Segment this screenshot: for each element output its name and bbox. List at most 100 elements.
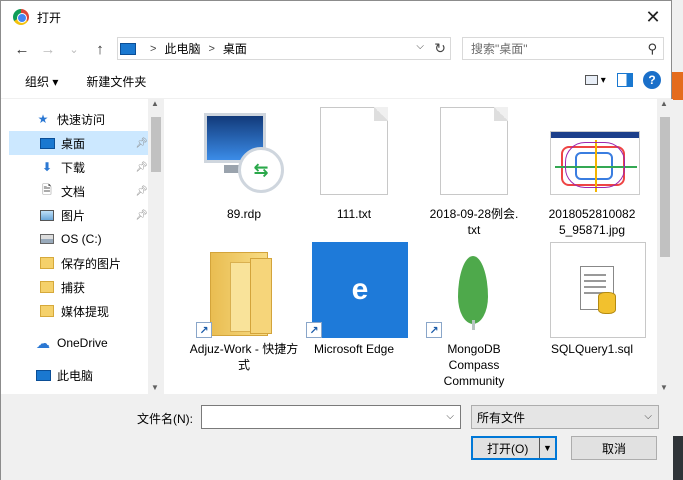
chevron-down-icon[interactable]: ⌵	[416, 41, 424, 52]
change-view-icon[interactable]: ▾	[585, 71, 607, 89]
file-list: ⇆ 89.rdp 111.txt 2018-09-28例会.txt 201805…	[167, 99, 657, 394]
sidebar-item-label: OS (C:)	[61, 232, 102, 246]
filetype-select[interactable]: 所有文件 ⌵	[471, 405, 659, 429]
sidebar-item-desktop[interactable]: 桌面 📌︎	[9, 131, 164, 155]
pin-icon: 📌︎	[135, 137, 148, 149]
search-placeholder: 搜索"桌面"	[471, 42, 528, 56]
shortcut-arrow-icon: ↗	[426, 322, 442, 338]
scroll-thumb[interactable]	[660, 117, 670, 257]
sidebar-item-label: 图片	[61, 208, 86, 223]
folder-shortcut-icon: ↗	[196, 242, 292, 338]
sql-file-icon	[544, 242, 646, 338]
file-item[interactable]: e ↗ Microsoft Edge	[299, 242, 409, 357]
file-item[interactable]: 20180528100825_95871.jpg	[537, 107, 647, 238]
search-input[interactable]: 搜索"桌面" ⚲	[462, 37, 664, 60]
remote-desktop-icon: ⇆	[196, 107, 292, 203]
close-button[interactable]: ✕	[641, 5, 665, 29]
organize-menu[interactable]: 组织 ▾	[25, 73, 58, 90]
sidebar-item-os-drive[interactable]: OS (C:)	[9, 227, 164, 251]
command-toolbar: 组织 ▾ 新建文件夹 ▾ ?	[1, 65, 671, 99]
filetype-value: 所有文件	[477, 410, 526, 425]
navigation-pane: ★ 快速访问 桌面 📌︎ ⬇ 下载 📌︎ 🗎 文档 📌︎ 图片 📌︎ OS (C…	[9, 99, 164, 394]
text-file-icon	[426, 107, 522, 203]
download-icon: ⬇	[41, 160, 53, 174]
file-name: Adjuz-Work - 快捷方式	[189, 342, 299, 372]
file-name: Microsoft Edge	[313, 342, 395, 356]
open-file-dialog: 打开 ✕ ← → ⌄ ↑ > 此电脑 > 桌面 ⌵ ↻ 搜索"桌面" ⚲ 组织 …	[0, 0, 673, 480]
scroll-down-icon[interactable]: ▼	[151, 383, 159, 392]
refresh-icon[interactable]: ↻	[434, 40, 446, 57]
pin-icon: 📌︎	[135, 209, 148, 221]
help-icon[interactable]: ?	[643, 71, 661, 89]
chevron-down-icon[interactable]: ⌵	[446, 411, 454, 422]
star-icon: ★	[37, 112, 49, 126]
recent-locations-button[interactable]: ⌄	[63, 38, 85, 60]
address-bar[interactable]: > 此电脑 > 桌面 ⌵ ↻	[117, 37, 451, 60]
sidebar-item-saved-pictures[interactable]: 保存的图片	[9, 251, 164, 275]
pictures-icon	[39, 208, 55, 222]
filename-field[interactable]: ⌵	[201, 405, 461, 429]
file-item[interactable]: ↗ MongoDB Compass Community	[419, 242, 529, 389]
sidebar-item-label: 保存的图片	[61, 256, 122, 271]
back-button[interactable]: ←	[11, 38, 33, 60]
file-item[interactable]: ⇆ 89.rdp	[189, 107, 299, 222]
computer-icon	[120, 42, 136, 55]
folder-icon	[39, 304, 55, 318]
sidebar-item-media[interactable]: 媒体提现	[9, 299, 164, 323]
sidebar-item-label: 快速访问	[57, 112, 106, 127]
computer-icon	[35, 368, 51, 382]
file-name: 111.txt	[336, 207, 372, 221]
scroll-up-icon[interactable]: ▲	[151, 99, 159, 108]
browser-body: ★ 快速访问 桌面 📌︎ ⬇ 下载 📌︎ 🗎 文档 📌︎ 图片 📌︎ OS (C…	[1, 99, 673, 394]
scroll-down-icon[interactable]: ▼	[660, 383, 668, 392]
text-file-icon	[306, 107, 402, 203]
sidebar-item-quick-access[interactable]: ★ 快速访问	[9, 107, 164, 131]
sidebar-item-downloads[interactable]: ⬇ 下载 📌︎	[9, 155, 164, 179]
sidebar-item-label: 文档	[61, 184, 86, 199]
sidebar-item-this-pc[interactable]: 此电脑	[9, 363, 164, 387]
sidebar-item-label: 媒体提现	[61, 304, 110, 319]
sidebar-item-label: OneDrive	[57, 336, 108, 350]
open-button[interactable]: 打开(O) ▼	[471, 436, 557, 460]
scroll-thumb[interactable]	[151, 117, 161, 172]
preview-pane-icon[interactable]	[617, 73, 633, 87]
shortcut-arrow-icon: ↗	[306, 322, 322, 338]
breadcrumb-desktop[interactable]: 桌面	[223, 40, 247, 57]
drive-icon	[39, 232, 55, 246]
window-title: 打开	[37, 10, 62, 25]
shortcut-arrow-icon: ↗	[196, 322, 212, 338]
file-name: 2018-09-28例会.txt	[429, 207, 519, 237]
file-name: SQLQuery1.sql	[550, 342, 634, 356]
file-item[interactable]: 2018-09-28例会.txt	[419, 107, 529, 238]
breadcrumb-this-pc[interactable]: 此电脑	[164, 40, 200, 57]
file-name: MongoDB Compass Community	[443, 342, 505, 388]
up-button[interactable]: ↑	[89, 38, 111, 60]
sidebar-item-documents[interactable]: 🗎 文档 📌︎	[9, 179, 164, 203]
new-folder-button[interactable]: 新建文件夹	[86, 73, 146, 90]
sidebar-item-label: 下载	[61, 160, 86, 175]
forward-button[interactable]: →	[37, 38, 59, 60]
file-item[interactable]: ↗ Adjuz-Work - 快捷方式	[189, 242, 299, 373]
dialog-footer: 文件名(N): ⌵ 所有文件 ⌵ 打开(O) ▼ 取消	[1, 394, 673, 480]
sidebar-item-captures[interactable]: 捕获	[9, 275, 164, 299]
cancel-button[interactable]: 取消	[571, 436, 657, 460]
open-dropdown-arrow-icon[interactable]: ▼	[539, 438, 555, 458]
pin-icon: 📌︎	[135, 185, 148, 197]
search-icon[interactable]: ⚲	[647, 41, 657, 57]
breadcrumb-separator: >	[150, 42, 157, 55]
cloud-icon: ☁	[36, 334, 50, 351]
file-item[interactable]: 111.txt	[299, 107, 409, 222]
breadcrumb-separator: >	[208, 42, 215, 55]
sidebar-scrollbar[interactable]: ▲ ▼	[148, 99, 164, 394]
sidebar-item-onedrive[interactable]: ☁ OneDrive	[9, 331, 164, 355]
document-icon: 🗎	[42, 182, 52, 197]
chevron-down-icon[interactable]: ⌵	[644, 411, 652, 422]
chrome-icon	[13, 9, 29, 25]
file-item[interactable]: SQLQuery1.sql	[537, 242, 647, 357]
scroll-up-icon[interactable]: ▲	[660, 99, 668, 108]
content-scrollbar[interactable]: ▲ ▼	[657, 99, 673, 394]
edge-icon: e ↗	[306, 242, 408, 338]
file-name: 89.rdp	[226, 207, 262, 221]
pin-icon: 📌︎	[135, 161, 148, 173]
sidebar-item-pictures[interactable]: 图片 📌︎	[9, 203, 164, 227]
